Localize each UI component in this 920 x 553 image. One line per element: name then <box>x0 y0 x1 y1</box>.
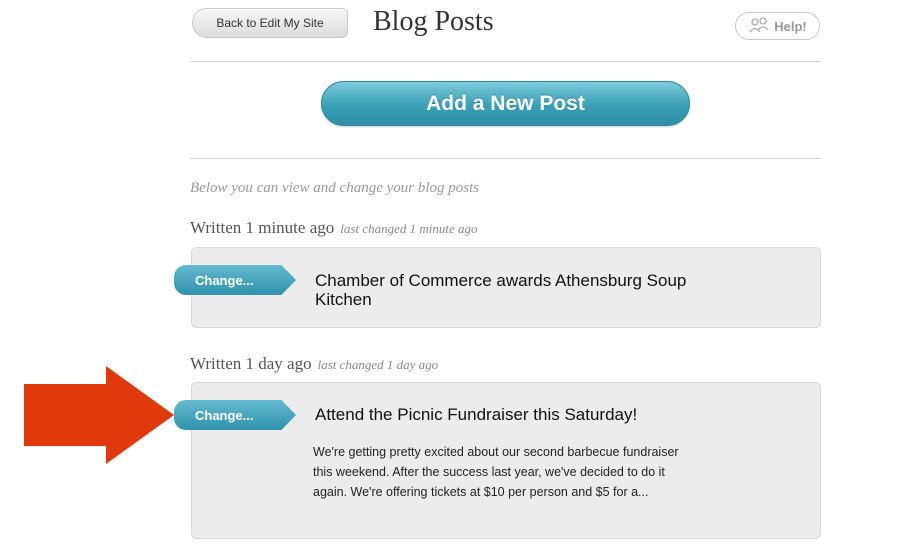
add-new-post-button[interactable]: Add a New Post <box>321 81 690 126</box>
post-changed-label: last changed 1 day ago <box>317 357 439 372</box>
post-written-info: Written 1 minute ago last changed 1 minut… <box>190 218 477 238</box>
post-title[interactable]: Attend the Picnic Fundraiser this Saturd… <box>315 405 715 424</box>
post-written-info: Written 1 day ago last changed 1 day ago <box>190 354 438 374</box>
back-to-edit-site-button[interactable]: Back to Edit My Site <box>192 8 348 38</box>
page-title: Blog Posts <box>373 6 494 37</box>
post-excerpt: We're getting pretty excited about our s… <box>313 445 679 499</box>
intro-text: Below you can view and change your blog … <box>190 180 480 196</box>
post-written-label: Written 1 day ago <box>190 354 312 373</box>
post-changed-label: last changed 1 minute ago <box>340 221 478 236</box>
change-post-button[interactable]: Change... <box>174 400 296 430</box>
help-label: Help! <box>774 18 807 34</box>
section-divider <box>190 158 821 159</box>
help-button[interactable]: Help! <box>735 12 820 40</box>
people-help-icon <box>748 16 770 36</box>
post-written-label: Written 1 minute ago <box>190 218 335 237</box>
post-title[interactable]: Chamber of Commerce awards Athensburg So… <box>315 271 695 309</box>
header-divider <box>190 61 821 62</box>
change-post-button[interactable]: Change... <box>174 265 296 295</box>
arrow-right-icon <box>24 366 174 464</box>
